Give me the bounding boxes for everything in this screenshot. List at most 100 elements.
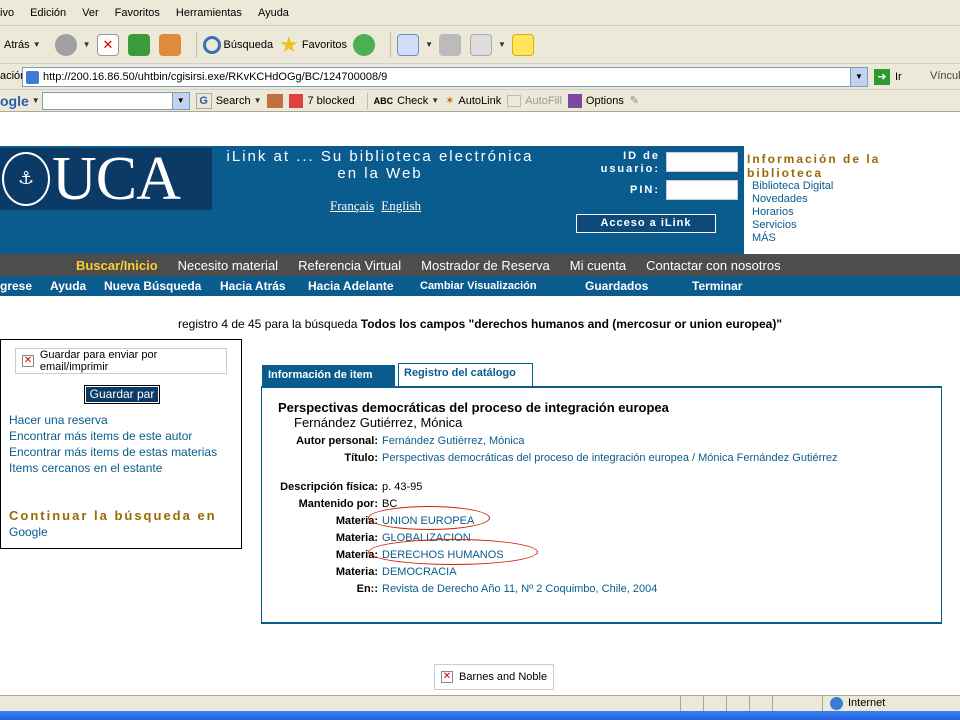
nav-cambiar-visualizacion[interactable]: Cambiar Visualización — [420, 280, 537, 292]
link-biblioteca-digital[interactable]: Biblioteca Digital — [752, 180, 833, 193]
nav-necesito-material[interactable]: Necesito material — [178, 258, 278, 273]
nav-buscar-inicio[interactable]: Buscar/Inicio — [76, 258, 158, 273]
pin-label: PIN: — [630, 184, 660, 196]
source-link[interactable]: Revista de Derecho Año 11, Nº 2 Coquimbo… — [382, 583, 882, 596]
globe-icon — [830, 697, 843, 710]
save-for-email-checkbox[interactable]: ✕ Guardar para enviar por email/imprimir — [15, 348, 227, 374]
google-search-button[interactable]: G Search ▼ — [195, 92, 261, 109]
refresh-icon — [127, 33, 150, 56]
menu-edicion[interactable]: Edición — [22, 7, 74, 19]
author-link[interactable]: Fernández Gutiérrez, Mónica — [382, 435, 882, 448]
favorites-button[interactable]: ★ Favoritos — [279, 33, 347, 56]
stop-icon: ✕ — [96, 33, 119, 56]
toolbar-separator — [195, 31, 197, 58]
tab-catalog-record[interactable]: Registro del catálogo — [398, 363, 533, 386]
status-divider — [680, 696, 681, 711]
go-button[interactable]: ➜ Ir — [874, 69, 902, 85]
menu-ayuda[interactable]: Ayuda — [250, 7, 297, 19]
google-search-input[interactable]: ▼ — [41, 91, 190, 110]
status-divider — [822, 696, 823, 711]
field-label: Materia: — [335, 532, 378, 544]
nav-hacia-atras[interactable]: Hacia Atrás — [220, 279, 286, 293]
nav-contactar[interactable]: Contactar con nosotros — [646, 258, 780, 273]
popup-blocker[interactable]: 7 blocked — [289, 93, 355, 108]
nav-guardados[interactable]: Guardados — [585, 279, 648, 293]
nav-referencia-virtual[interactable]: Referencia Virtual — [298, 258, 401, 273]
field-label: Título: — [344, 452, 378, 464]
annotation-ellipse — [368, 506, 490, 530]
chevron-down-icon: ▼ — [425, 40, 433, 49]
title-link[interactable]: Perspectivas democráticas del proceso de… — [382, 452, 862, 465]
nav-ayuda[interactable]: Ayuda — [50, 279, 86, 293]
autofill-button[interactable]: AutoFill — [507, 94, 562, 107]
forward-button[interactable]: ▼ — [54, 33, 91, 56]
chevron-down-icon: ▼ — [431, 96, 440, 105]
link-horarios[interactable]: Horarios — [752, 206, 833, 219]
save-button[interactable]: Guardar par — [84, 385, 160, 404]
autolink-button[interactable]: ✶ AutoLink — [445, 94, 501, 108]
link-mas-items-autor[interactable]: Encontrar más items de este autor — [9, 428, 217, 444]
barnes-label: Barnes and Noble — [459, 671, 548, 683]
actions-sidebar: ✕ Guardar para enviar por email/imprimir… — [0, 339, 242, 549]
broken-image-icon: ✕ — [441, 671, 453, 683]
nav-nueva-busqueda[interactable]: Nueva Búsqueda — [104, 279, 201, 293]
menu-herramientas[interactable]: Herramientas — [168, 7, 250, 19]
ie-page-icon — [26, 71, 39, 84]
menu-archivo[interactable]: ivo — [0, 7, 22, 19]
user-id-input[interactable] — [666, 152, 738, 172]
mail-button[interactable]: ▼ — [397, 33, 433, 56]
history-button[interactable] — [353, 33, 378, 56]
link-mas[interactable]: MÁS — [752, 232, 833, 245]
tab-item-info[interactable]: Información de item — [262, 365, 395, 386]
nav-hacia-adelante[interactable]: Hacia Adelante — [308, 279, 394, 293]
university-seal-icon: ⚓ — [2, 152, 50, 206]
note-icon — [511, 33, 534, 56]
nav-mostrador-reserva[interactable]: Mostrador de Reserva — [421, 258, 550, 273]
home-button[interactable] — [158, 33, 184, 56]
menu-ver[interactable]: Ver — [74, 7, 107, 19]
chevron-down-icon[interactable]: ▼ — [171, 92, 189, 109]
chevron-down-icon[interactable]: ▼ — [850, 68, 867, 86]
field-label: Materia: — [335, 515, 378, 527]
google-link[interactable]: Google — [9, 525, 48, 539]
address-bar: ación http://200.16.86.50/uhtbin/cgisirs… — [0, 64, 960, 90]
search-button[interactable]: Búsqueda — [202, 35, 273, 54]
spell-check-button[interactable]: ABC Check ▼ — [374, 95, 440, 107]
pencil-icon: ✎ — [629, 95, 640, 107]
subject-link[interactable]: DEMOCRACIA — [382, 566, 882, 579]
stop-button[interactable]: ✕ — [96, 33, 122, 56]
link-mas-items-materias[interactable]: Encontrar más items de estas materias — [9, 444, 217, 460]
link-items-cercanos[interactable]: Items cercanos en el estante — [9, 460, 217, 476]
link-servicios[interactable]: Servicios — [752, 219, 833, 232]
link-novedades[interactable]: Novedades — [752, 193, 833, 206]
lang-english-link[interactable]: English — [381, 198, 421, 213]
barnes-and-noble-link[interactable]: ✕ Barnes and Noble — [434, 664, 554, 690]
nav-mi-cuenta[interactable]: Mi cuenta — [570, 258, 626, 273]
news-button[interactable] — [267, 93, 284, 108]
options-button[interactable]: Options — [567, 93, 624, 108]
edit-button[interactable]: ▼ — [469, 33, 506, 56]
pencil-button[interactable]: ✎ — [630, 94, 639, 107]
refresh-button[interactable] — [127, 33, 153, 56]
chevron-down-icon[interactable]: ▼ — [32, 96, 40, 105]
lang-french-link[interactable]: Français — [330, 198, 374, 213]
login-button[interactable]: Acceso a iLink — [576, 214, 716, 233]
links-label[interactable]: Víncul — [930, 70, 960, 82]
notes-button[interactable] — [511, 33, 537, 56]
pin-input[interactable] — [666, 180, 738, 200]
menu-favoritos[interactable]: Favoritos — [107, 7, 168, 19]
save-checkbox-label: Guardar para enviar por email/imprimir — [39, 349, 158, 373]
address-input[interactable]: http://200.16.86.50/uhtbin/cgisirsi.exe/… — [22, 67, 868, 87]
field-label: Materia: — [335, 549, 378, 561]
field-label: Descripción física: — [280, 481, 378, 493]
back-button[interactable]: Atrás ▼ — [4, 39, 41, 51]
uca-logo[interactable]: ⚓ UCA — [0, 145, 212, 213]
nav-terminar[interactable]: Terminar — [692, 279, 742, 293]
go-arrow-icon: ➜ — [874, 69, 890, 85]
print-button[interactable] — [438, 33, 464, 56]
printer-icon — [438, 33, 461, 56]
field-label: En:: — [356, 583, 378, 595]
nav-regrese[interactable]: grese — [0, 279, 32, 293]
status-divider — [726, 696, 727, 711]
link-hacer-reserva[interactable]: Hacer una reserva — [9, 412, 217, 428]
